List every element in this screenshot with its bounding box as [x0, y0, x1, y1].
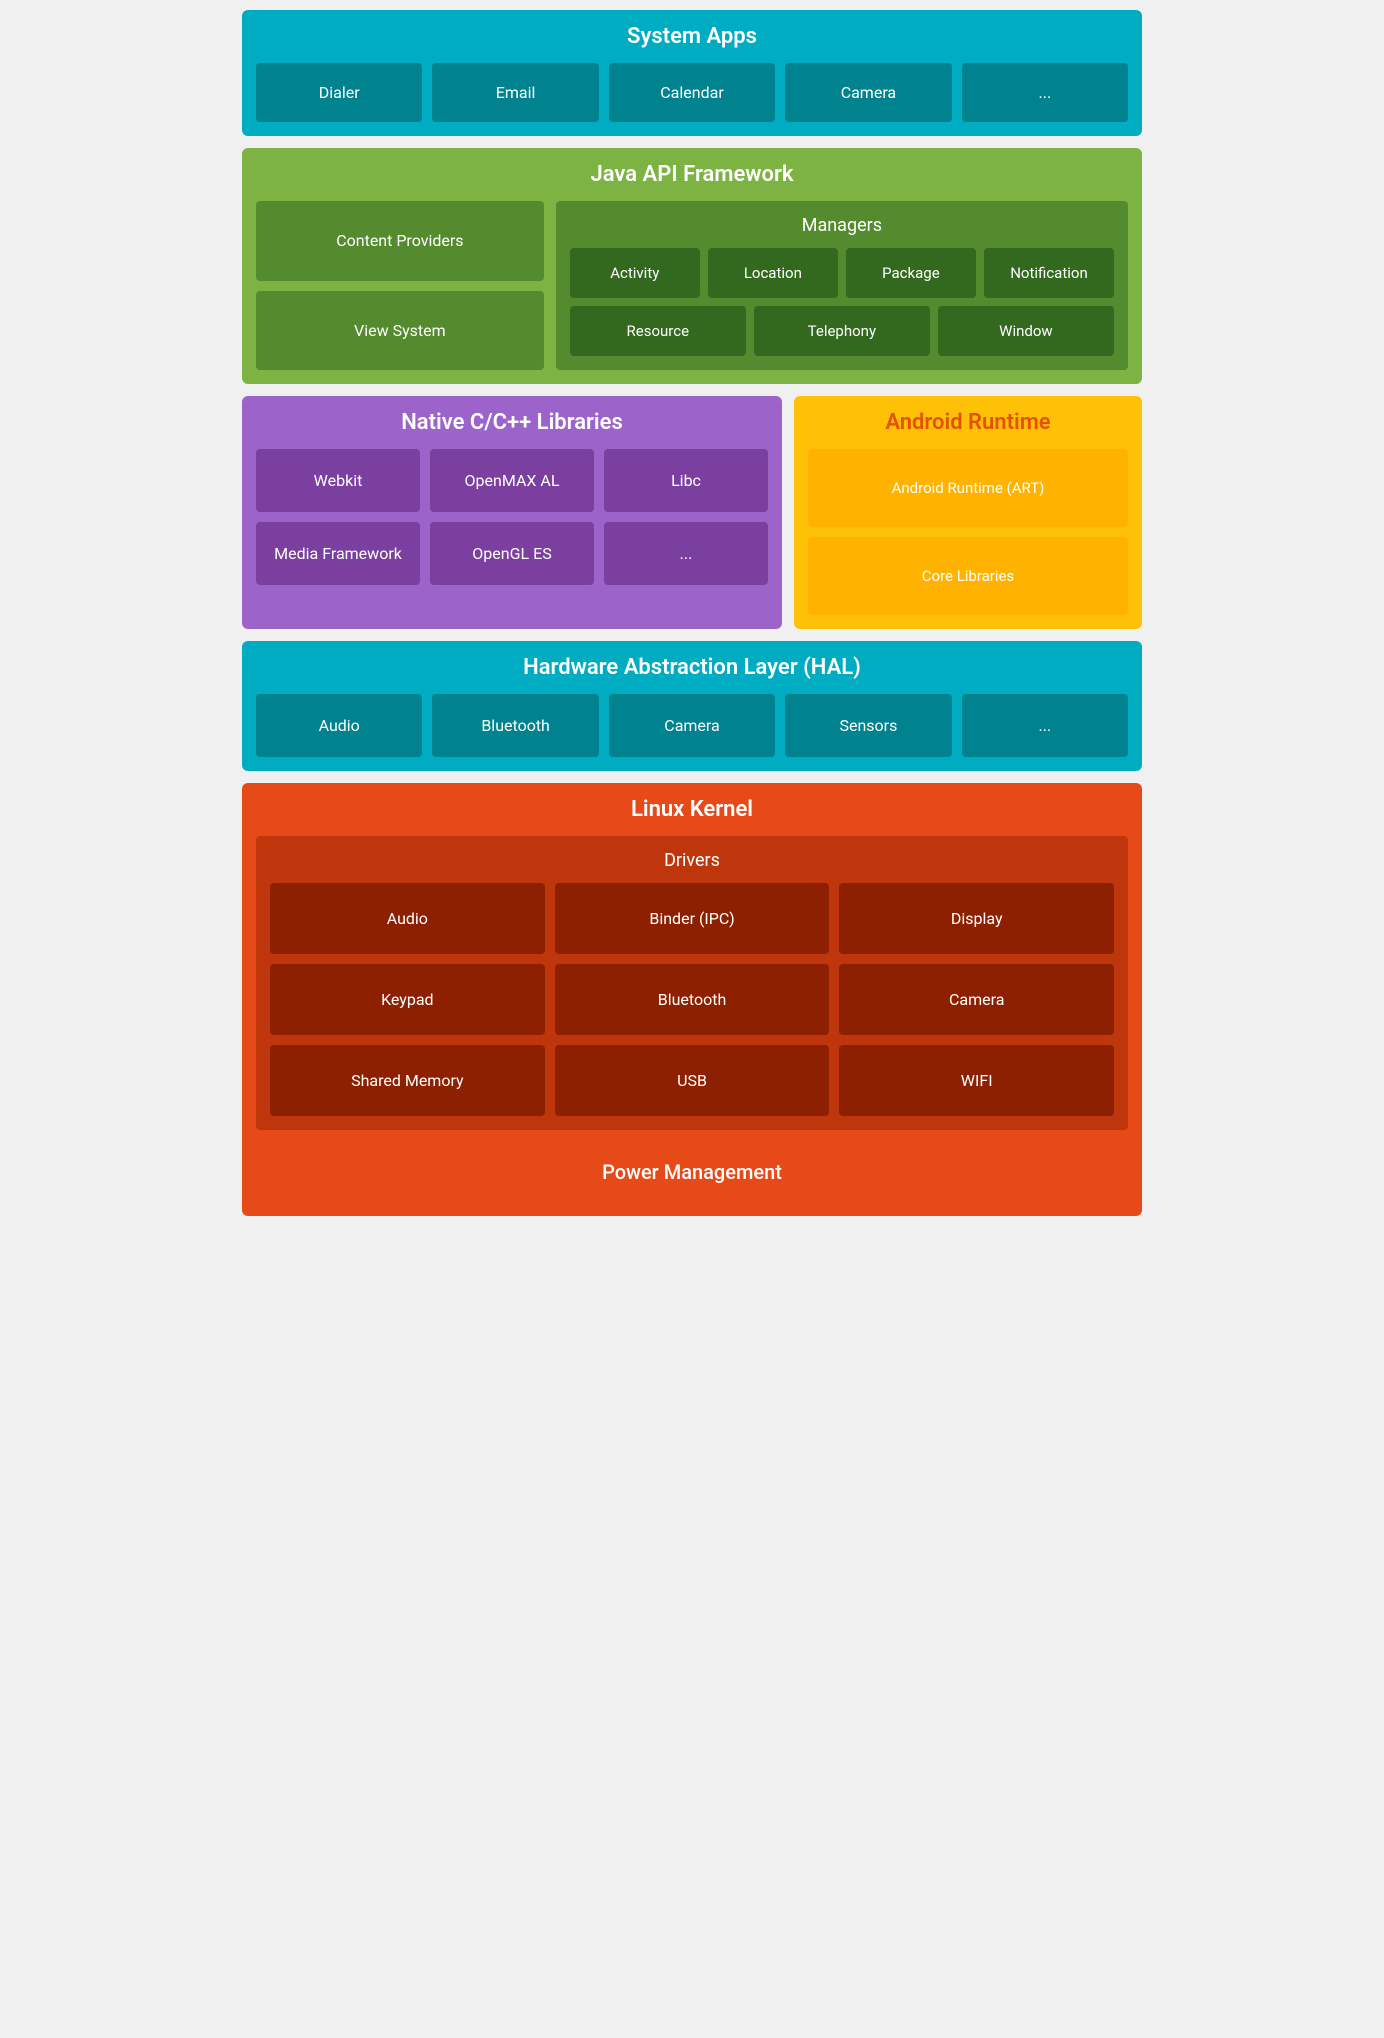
window-box: Window [938, 306, 1114, 356]
driver-keypad-box: Keypad [270, 964, 545, 1035]
managers-row2: Resource Telephony Window [570, 306, 1114, 356]
telephony-box: Telephony [754, 306, 930, 356]
camera-box: Camera [785, 63, 951, 122]
power-management-box: Power Management [256, 1142, 1128, 1202]
media-framework-box: Media Framework [256, 522, 420, 585]
hal-bluetooth-box: Bluetooth [432, 694, 598, 757]
system-apps-section: System Apps Dialer Email Calendar Camera… [242, 10, 1142, 136]
hal-section: Hardware Abstraction Layer (HAL) Audio B… [242, 641, 1142, 771]
email-box: Email [432, 63, 598, 122]
calendar-box: Calendar [609, 63, 775, 122]
native-libs-row2: Media Framework OpenGL ES ... [256, 522, 768, 585]
opengl-box: OpenGL ES [430, 522, 594, 585]
android-runtime-inner: Android Runtime (ART) Core Libraries [808, 449, 1128, 615]
driver-wifi-box: WIFI [839, 1045, 1114, 1116]
hal-more-box: ... [962, 694, 1128, 757]
core-libraries-box: Core Libraries [808, 537, 1128, 615]
dialer-box: Dialer [256, 63, 422, 122]
resource-box: Resource [570, 306, 746, 356]
activity-box: Activity [570, 248, 700, 298]
architecture-diagram: System Apps Dialer Email Calendar Camera… [242, 10, 1142, 1216]
location-box: Location [708, 248, 838, 298]
linux-kernel-title: Linux Kernel [256, 797, 1128, 822]
more-apps-box: ... [962, 63, 1128, 122]
system-apps-title: System Apps [256, 24, 1128, 49]
content-providers-box: Content Providers [256, 201, 544, 281]
driver-binder-box: Binder (IPC) [555, 883, 830, 954]
hal-title: Hardware Abstraction Layer (HAL) [256, 655, 1128, 680]
hal-camera-box: Camera [609, 694, 775, 757]
java-api-section: Java API Framework Content Providers Vie… [242, 148, 1142, 384]
driver-camera-box: Camera [839, 964, 1114, 1035]
linux-kernel-section: Linux Kernel Drivers Audio Binder (IPC) … [242, 783, 1142, 1216]
hal-items: Audio Bluetooth Camera Sensors ... [256, 694, 1128, 757]
java-api-inner: Content Providers View System Managers A… [256, 201, 1128, 370]
drivers-grid: Audio Binder (IPC) Display Keypad Blueto… [270, 883, 1114, 1116]
drivers-section: Drivers Audio Binder (IPC) Display Keypa… [256, 836, 1128, 1130]
view-system-box: View System [256, 291, 544, 371]
drivers-row2: Keypad Bluetooth Camera [270, 964, 1114, 1035]
hal-sensors-box: Sensors [785, 694, 951, 757]
drivers-title: Drivers [270, 850, 1114, 871]
driver-audio-box: Audio [270, 883, 545, 954]
native-libs-title: Native C/C++ Libraries [256, 410, 768, 435]
android-runtime-title: Android Runtime [808, 410, 1128, 435]
openmax-box: OpenMAX AL [430, 449, 594, 512]
driver-display-box: Display [839, 883, 1114, 954]
driver-bluetooth-box: Bluetooth [555, 964, 830, 1035]
driver-shared-memory-box: Shared Memory [270, 1045, 545, 1116]
hal-audio-box: Audio [256, 694, 422, 757]
managers-row1: Activity Location Package Notification [570, 248, 1114, 298]
package-box: Package [846, 248, 976, 298]
libc-box: Libc [604, 449, 768, 512]
drivers-row3: Shared Memory USB WIFI [270, 1045, 1114, 1116]
native-libs-grid: Webkit OpenMAX AL Libc Media Framework O… [256, 449, 768, 585]
java-api-title: Java API Framework [256, 162, 1128, 187]
driver-usb-box: USB [555, 1045, 830, 1116]
system-apps-items: Dialer Email Calendar Camera ... [256, 63, 1128, 122]
drivers-row1: Audio Binder (IPC) Display [270, 883, 1114, 954]
notification-box: Notification [984, 248, 1114, 298]
webkit-box: Webkit [256, 449, 420, 512]
native-libs-row1: Webkit OpenMAX AL Libc [256, 449, 768, 512]
native-libs-section: Native C/C++ Libraries Webkit OpenMAX AL… [242, 396, 782, 629]
managers-title: Managers [570, 215, 1114, 236]
native-runtime-row: Native C/C++ Libraries Webkit OpenMAX AL… [242, 396, 1142, 629]
managers-grid: Activity Location Package Notification R… [570, 248, 1114, 356]
art-box: Android Runtime (ART) [808, 449, 1128, 527]
android-runtime-section: Android Runtime Android Runtime (ART) Co… [794, 396, 1142, 629]
native-more-box: ... [604, 522, 768, 585]
java-api-left: Content Providers View System [256, 201, 544, 370]
managers-box: Managers Activity Location Package Notif… [556, 201, 1128, 370]
